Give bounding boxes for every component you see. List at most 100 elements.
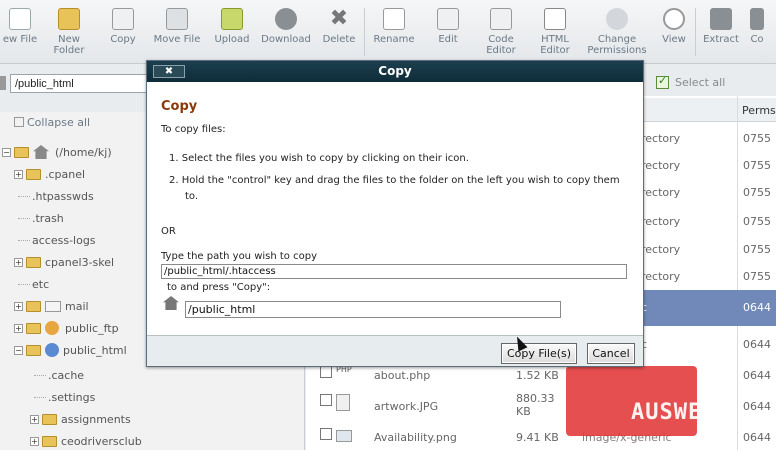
- new-file-icon: [9, 8, 31, 30]
- close-icon[interactable]: ✖: [153, 65, 185, 78]
- tree-item-mail[interactable]: + mail: [14, 296, 89, 316]
- step-2-continued-text: to.: [185, 191, 199, 202]
- collapse-toggle-icon[interactable]: −: [14, 345, 23, 355]
- extract-button[interactable]: Extract: [696, 0, 746, 63]
- tree-item-trash[interactable]: .trash: [18, 208, 64, 228]
- step-1-text: 1. Select the files you wish to copy by …: [169, 153, 469, 164]
- expand-icon[interactable]: +: [14, 301, 23, 311]
- folder-icon: [42, 435, 57, 447]
- collapse-icon: [14, 117, 24, 127]
- expand-icon[interactable]: +: [14, 257, 23, 267]
- select-all-toggle[interactable]: Select all: [656, 74, 726, 89]
- toolbar: ew File New Folder Copy Move File Upload…: [0, 0, 776, 64]
- row-checkbox[interactable]: [320, 394, 332, 406]
- step-2-text: 2. Hold the "control" key and drag the f…: [169, 175, 620, 186]
- copy-button[interactable]: Copy: [98, 0, 148, 63]
- home-icon: [33, 145, 49, 159]
- extract-icon: [710, 8, 732, 30]
- png-file-icon: [336, 430, 352, 442]
- path-go-icon: [0, 76, 6, 90]
- permissions-icon: [606, 8, 628, 30]
- move-file-label: Move File: [153, 34, 201, 45]
- tree-item-assignments[interactable]: + assignments: [30, 409, 131, 429]
- delete-button[interactable]: ✖ Delete: [314, 0, 364, 63]
- tree-item-public-ftp[interactable]: + public_ftp: [14, 318, 119, 338]
- code-editor-label: Code Editor: [486, 34, 516, 56]
- expand-icon[interactable]: +: [30, 414, 39, 424]
- tree-item-cache[interactable]: .cache: [34, 365, 84, 385]
- folder-icon: [42, 413, 57, 425]
- upload-label: Upload: [214, 34, 250, 45]
- tree-item-htpasswds[interactable]: .htpasswds: [18, 186, 94, 206]
- download-icon: [275, 8, 297, 30]
- mail-icon: [45, 300, 61, 312]
- or-text: OR: [161, 226, 176, 237]
- new-folder-icon: [58, 8, 80, 30]
- compress-label: Co: [750, 34, 764, 45]
- home-icon: [163, 296, 179, 310]
- expand-icon[interactable]: +: [30, 436, 39, 446]
- tree-item-ceodriversclub[interactable]: + ceodriversclub: [30, 431, 142, 450]
- press-copy-label: to and press "Copy":: [167, 282, 271, 293]
- delete-label: Delete: [322, 34, 356, 45]
- upload-button[interactable]: Upload: [206, 0, 258, 63]
- view-label: View: [662, 34, 686, 45]
- table-row[interactable]: Availability.png 9.41 KB image/x-generic…: [306, 424, 776, 450]
- html-editor-button[interactable]: HTML Editor: [529, 0, 581, 63]
- dialog-heading: Copy: [161, 99, 198, 114]
- dialog-body: Copy To copy files: 1. Select the files …: [147, 82, 643, 335]
- folder-open-icon: [26, 344, 41, 356]
- expand-icon[interactable]: +: [14, 169, 23, 179]
- tree-item-etc[interactable]: etc: [18, 274, 49, 294]
- rename-icon: [383, 8, 405, 30]
- cancel-button[interactable]: Cancel: [587, 343, 635, 364]
- folder-icon: [26, 300, 41, 312]
- html-editor-label: HTML Editor: [540, 34, 570, 56]
- change-permissions-button[interactable]: Change Permissions: [581, 0, 653, 63]
- tree-item-cpanel[interactable]: + .cpanel: [14, 164, 85, 184]
- destination-path-field[interactable]: /public_html: [185, 301, 561, 318]
- row-checkbox[interactable]: [320, 366, 332, 378]
- rename-label: Rename: [373, 34, 415, 45]
- ftp-icon: [45, 321, 59, 335]
- source-path-field[interactable]: /public_html/.htaccess: [161, 264, 627, 279]
- code-editor-icon: [490, 8, 512, 30]
- view-icon: [663, 8, 685, 30]
- edit-icon: [437, 8, 459, 30]
- delete-icon: ✖: [329, 6, 349, 31]
- rename-button[interactable]: Rename: [365, 0, 423, 63]
- folder-icon: [26, 256, 41, 268]
- move-file-button[interactable]: Move File: [148, 0, 206, 63]
- tree-item-cpanel3-skel[interactable]: + cpanel3-skel: [14, 252, 114, 272]
- view-button[interactable]: View: [653, 0, 695, 63]
- copy-files-button[interactable]: Copy File(s): [501, 343, 577, 364]
- tree-item-public-html[interactable]: − public_html: [14, 340, 127, 360]
- collapse-toggle-icon[interactable]: −: [2, 147, 11, 157]
- edit-button[interactable]: Edit: [423, 0, 473, 63]
- tree-root[interactable]: − (/home/kj): [2, 142, 112, 162]
- folder-icon: [26, 322, 41, 334]
- image-file-icon: [336, 394, 350, 411]
- folder-icon: [26, 168, 41, 180]
- code-editor-button[interactable]: Code Editor: [473, 0, 529, 63]
- extract-label: Extract: [703, 34, 739, 45]
- select-all-checkbox[interactable]: [656, 74, 669, 89]
- path-input[interactable]: [10, 74, 160, 93]
- compress-icon: [750, 8, 764, 30]
- row-checkbox[interactable]: [320, 428, 332, 440]
- intro-text: To copy files:: [161, 124, 226, 135]
- tree-item-access-logs[interactable]: access-logs: [18, 230, 96, 250]
- expand-icon[interactable]: +: [14, 323, 23, 333]
- select-all-label: Select all: [675, 76, 726, 89]
- new-folder-label: New Folder: [53, 34, 85, 56]
- compress-button[interactable]: Co: [746, 0, 768, 63]
- change-permissions-label: Change Permissions: [587, 34, 647, 56]
- download-button[interactable]: Download: [258, 0, 314, 63]
- watermark-logo: AUSWEB: [631, 400, 717, 425]
- copy-label: Copy: [110, 34, 136, 45]
- tree-item-settings[interactable]: .settings: [34, 387, 95, 407]
- new-folder-button[interactable]: New Folder: [40, 0, 98, 63]
- move-file-icon: [166, 8, 188, 30]
- new-file-button[interactable]: ew File: [0, 0, 40, 63]
- copy-icon: [112, 8, 134, 30]
